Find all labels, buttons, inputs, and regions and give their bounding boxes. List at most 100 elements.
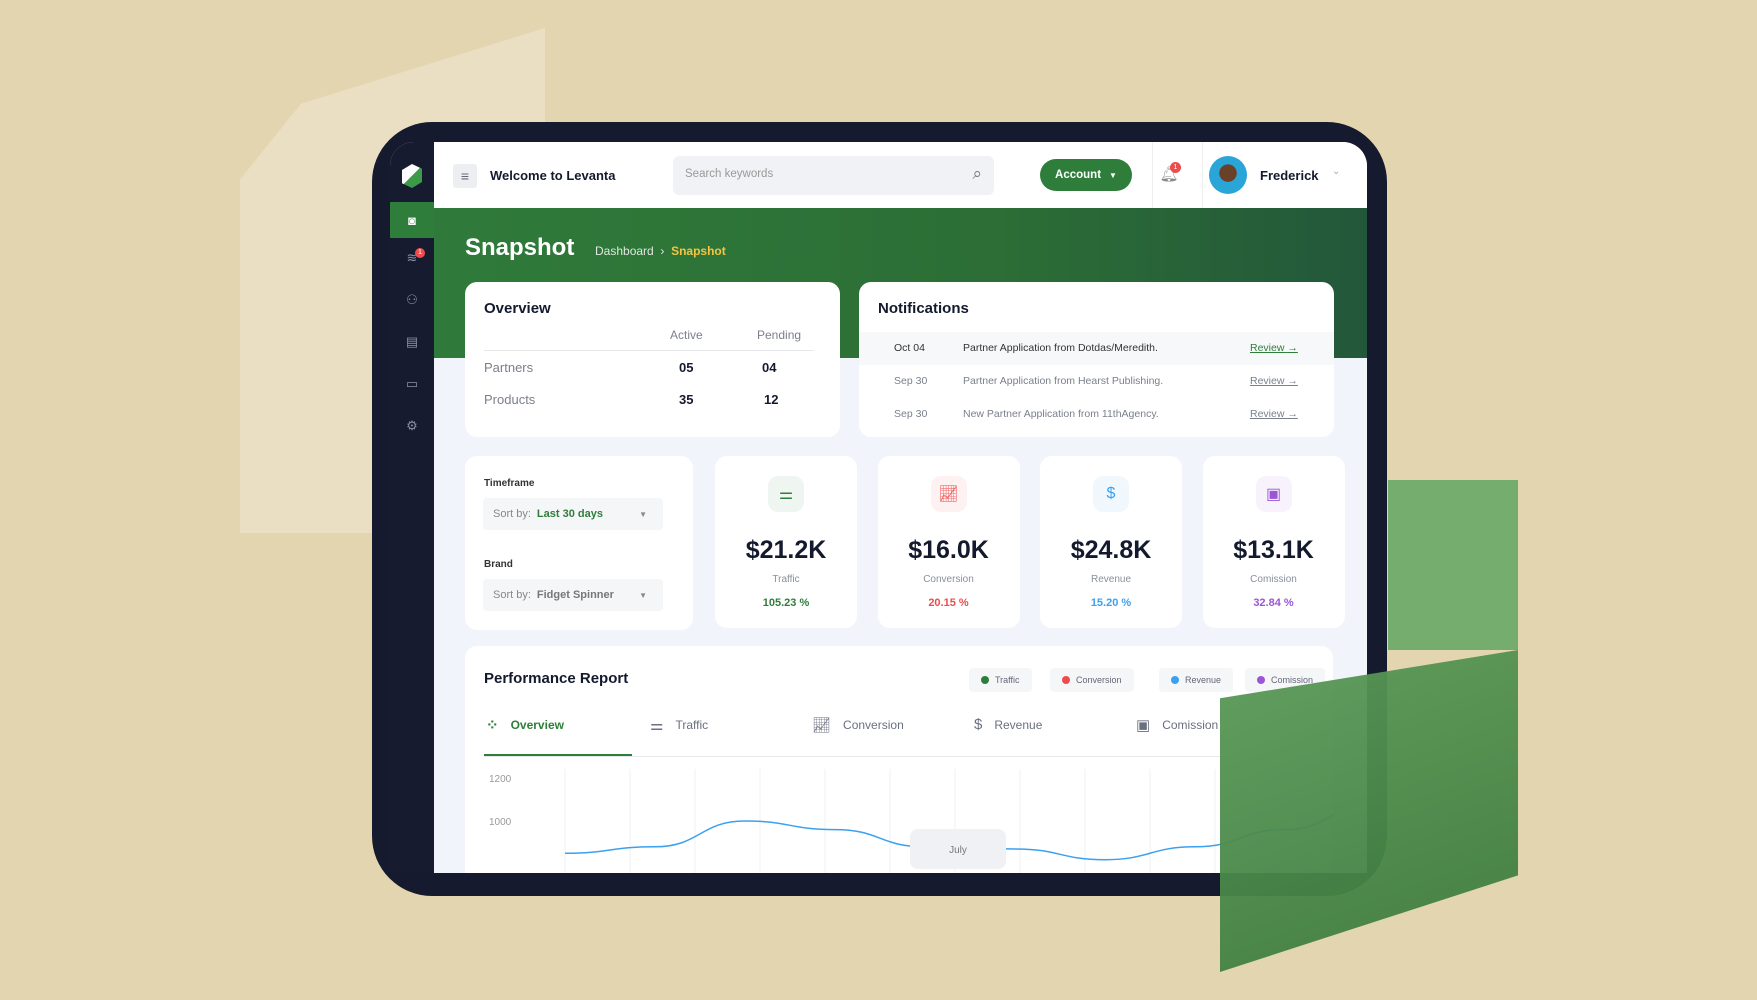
performance-chart: 1200 1000 July [489,769,1333,873]
legend-conversion[interactable]: Conversion [1050,668,1134,692]
tab-label: Revenue [994,717,1043,732]
tab-overview[interactable]: ⁘ Overview [486,716,564,734]
tab-label: Traffic [675,718,709,732]
tab-label: Conversion [843,718,904,732]
stat-value: $13.1K [1233,536,1314,564]
notification-date: Oct 04 [894,342,925,354]
notification-item: Sep 30 New Partner Application from 11th… [859,398,1334,431]
sidebar-item-documents[interactable]: ▤ [390,324,434,360]
legend-traffic[interactable]: Traffic [969,668,1032,692]
trend-chart-icon: 📈︎ [812,717,832,734]
stat-card-traffic: ⚌ $21.2K Traffic 105.23 % [715,456,857,628]
select-value: Last 30 days [536,508,603,520]
stat-value: $16.0K [908,536,989,564]
stat-card-revenue: $ $24.8K Revenue 15.20 % [1040,456,1182,628]
stat-percent: 20.15 % [928,597,969,609]
row-value: 05 [679,360,694,375]
select-value: Fidget Spinner [536,589,614,601]
chevron-down-icon[interactable]: ⌄ [1332,166,1340,177]
breadcrumb-dashboard[interactable]: Dashboard [595,244,654,258]
account-label: Account [1055,169,1102,181]
review-link[interactable]: Review → [1250,342,1298,354]
legend-label: Conversion [1076,675,1122,685]
legend-label: Traffic [995,675,1020,685]
notification-badge: 1 [1170,162,1181,173]
timeframe-select[interactable]: Sort by: Last 30 days ▼ [483,498,663,530]
levanta-logo [402,164,422,188]
card-title: Overview [484,300,551,317]
grid-icon: ⁘ [486,717,499,734]
row-value: 35 [679,392,694,407]
breadcrumb: Dashboard › Snapshot [595,244,726,258]
menu-button[interactable]: ≡ [453,164,477,188]
gear-icon: ⚙ [406,418,418,433]
review-link[interactable]: Review → [1250,408,1298,420]
stat-label: Comission [1250,574,1297,585]
notification-item: Sep 30 Partner Application from Hearst P… [859,365,1334,398]
tab-label: Comission [1162,718,1219,732]
sidebar-badge: 1 [415,248,425,258]
avatar[interactable] [1209,156,1247,194]
legend-dot [1062,676,1070,684]
top-header: ≡ Welcome to Levanta Search keywords ⌕ A… [434,142,1367,208]
camera-icon: ◙ [408,212,416,228]
filter-label: Brand [484,559,513,570]
notifications-card: Notifications Oct 04 Partner Application… [859,282,1334,437]
sliders-icon: ⚌ [650,717,664,734]
sidebar-item-cards[interactable]: ▭ [390,366,434,402]
row-label: Partners [484,360,534,375]
brand-select[interactable]: Sort by: Fidget Spinner ▼ [483,579,663,611]
stat-percent: 32.84 % [1253,597,1294,609]
background-shape [1388,480,1518,650]
column-header: Active [670,328,703,342]
tab-traffic[interactable]: ⚌ Traffic [650,716,708,734]
card-title: Performance Report [484,670,629,687]
filters-card: Timeframe Sort by: Last 30 days ▼ Brand So… [465,456,693,630]
filter-label: Timeframe [484,478,535,489]
stat-percent: 105.23 % [762,597,810,609]
dollar-bill-icon: $ [974,716,983,733]
legend-dot [1171,676,1179,684]
tab-conversion[interactable]: 📈︎ Conversion [812,716,904,734]
stat-label: Conversion [923,574,974,585]
legend-revenue[interactable]: Revenue [1159,668,1234,692]
sidebar-item-snapshot[interactable]: ◙ [390,202,434,238]
sidebar-item-layers[interactable]: ≋ 1 [390,240,434,276]
review-label: Review [1250,375,1285,387]
notifications-button[interactable]: 🔔︎ 1 [1154,160,1184,190]
stat-value: $24.8K [1070,536,1152,564]
cash-icon: ▣ [1136,717,1151,734]
row-label: Products [484,392,536,407]
users-icon: ⚇ [406,292,418,307]
caret-down-icon: ▼ [639,509,647,519]
legend-dot [1257,676,1265,684]
legend-label: Comission [1271,675,1314,685]
review-link[interactable]: Review → [1250,375,1298,387]
row-value: 12 [764,392,779,407]
column-header: Pending [757,328,802,342]
y-tick-label: 1000 [489,817,512,828]
document-icon: ▤ [405,334,419,349]
search-icon: ⌕ [972,164,982,183]
stat-percent: 15.20 % [1090,597,1132,609]
tab-revenue[interactable]: $ Revenue [974,716,1042,733]
sidebar-item-settings[interactable]: ⚙ [390,408,434,444]
divider [1202,142,1203,208]
tooltip-label: July [949,845,967,856]
select-prefix: Sort by: [493,589,531,601]
review-label: Review [1250,342,1285,354]
tab-comission[interactable]: ▣ Comission [1136,716,1218,734]
arrow-right-icon: → [1287,408,1298,420]
user-name[interactable]: Frederick [1260,168,1319,183]
stat-card-conversion: 📈︎ $16.0K Conversion 20.15 % [877,456,1020,628]
account-button[interactable]: Account ▼ [1040,159,1132,191]
sliders-icon: ⚌ [768,476,804,512]
sidebar-item-users[interactable]: ⚇ [390,282,434,318]
review-label: Review [1250,408,1285,420]
caret-down-icon: ▼ [1109,170,1117,180]
divider [1152,142,1153,208]
notification-text: Partner Application from Dotdas/Meredith… [963,342,1158,354]
overview-card: Overview Active Pending Partners 05 04 P… [465,282,840,437]
divider [484,756,1314,757]
search-input[interactable]: Search keywords ⌕ [673,156,994,195]
